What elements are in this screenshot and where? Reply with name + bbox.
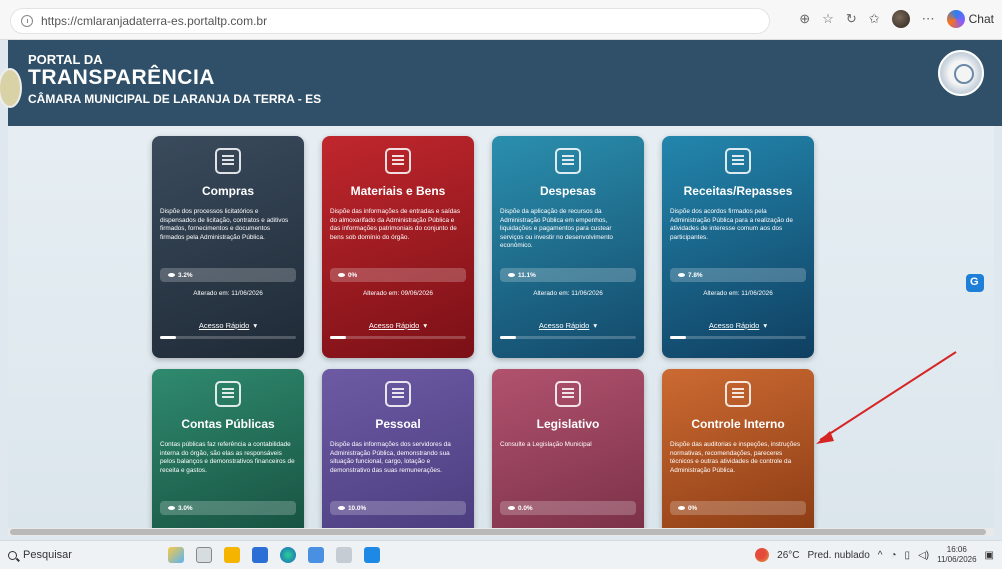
site-header: PORTAL DA TRANSPARÊNCIA CÂMARA MUNICIPAL… — [0, 40, 1002, 126]
weather-temp[interactable]: 26°C — [777, 550, 799, 561]
address-bar[interactable]: https://cmlaranjadaterra-es.portaltp.com… — [10, 8, 770, 34]
camara-seal-icon[interactable] — [938, 50, 984, 96]
network-icon[interactable]: ◔ — [891, 550, 897, 561]
store-icon[interactable] — [252, 547, 268, 563]
more-icon[interactable]: ⋯ — [922, 11, 935, 27]
chevron-up-icon[interactable]: ^ — [878, 550, 883, 561]
site-info-icon[interactable] — [21, 15, 33, 27]
task-view-icon[interactable] — [196, 547, 212, 563]
copilot-icon — [946, 10, 965, 28]
taskbar-apps — [168, 547, 380, 563]
file-explorer-icon[interactable] — [224, 547, 240, 563]
clock-time: 16:06 — [946, 545, 967, 554]
header-line1: PORTAL DA — [28, 52, 103, 67]
clock-date: 11/06/2026 — [937, 555, 977, 564]
scrollbar-thumb[interactable] — [10, 529, 986, 535]
search-icon — [8, 550, 17, 560]
app-icon[interactable] — [308, 547, 324, 563]
search-label[interactable]: Pesquisar — [23, 549, 72, 561]
calculator-app-icon[interactable] — [364, 547, 380, 563]
clock[interactable]: 16:06 11/06/2026 — [937, 545, 976, 565]
logo-left-icon[interactable] — [0, 68, 22, 108]
arrow-line — [819, 351, 957, 441]
main-content: Compras Dispõe dos processos licitatório… — [8, 126, 994, 528]
header-title: TRANSPARÊNCIA — [28, 66, 215, 89]
chat-button[interactable]: Chat — [946, 10, 994, 28]
notepad-icon[interactable] — [336, 547, 352, 563]
chat-label: Chat — [968, 12, 994, 26]
favorite-star-icon[interactable]: ☆ — [822, 11, 834, 27]
favorites-icon[interactable]: ✩ — [869, 11, 880, 27]
url-text[interactable]: https://cmlaranjadaterra-es.portaltp.com… — [41, 14, 267, 28]
battery-icon[interactable]: ▯ — [905, 550, 911, 561]
notification-icon[interactable]: ▣ — [985, 550, 994, 561]
edge-browser-icon[interactable] — [280, 547, 296, 563]
taskbar-search[interactable]: Pesquisar — [8, 549, 158, 561]
browser-toolbar: https://cmlaranjadaterra-es.portaltp.com… — [0, 0, 1002, 40]
browser-actions: ⊕ ☆ ↻ ✩ ⋯ Chat — [799, 10, 994, 28]
horizontal-scrollbar[interactable] — [8, 528, 994, 536]
zoom-icon[interactable]: ⊕ — [799, 11, 810, 27]
profile-avatar[interactable] — [891, 10, 910, 28]
widgets-icon[interactable] — [168, 547, 184, 563]
red-arrow-annotation — [816, 351, 957, 444]
refresh-icon[interactable]: ↻ — [846, 11, 857, 27]
windows-taskbar: Pesquisar 26°C Pred. nublado ^ ◔ ▯ ◁) 16… — [0, 540, 1002, 569]
system-tray: 26°C Pred. nublado ^ ◔ ▯ ◁) 16:06 11/06/… — [755, 545, 994, 565]
volume-icon[interactable]: ◁) — [918, 550, 929, 561]
weather-icon[interactable] — [755, 548, 770, 562]
header-subtitle: CÂMARA MUNICIPAL DE LARANJA DA TERRA - E… — [28, 92, 322, 106]
weather-desc[interactable]: Pred. nublado — [808, 550, 870, 561]
